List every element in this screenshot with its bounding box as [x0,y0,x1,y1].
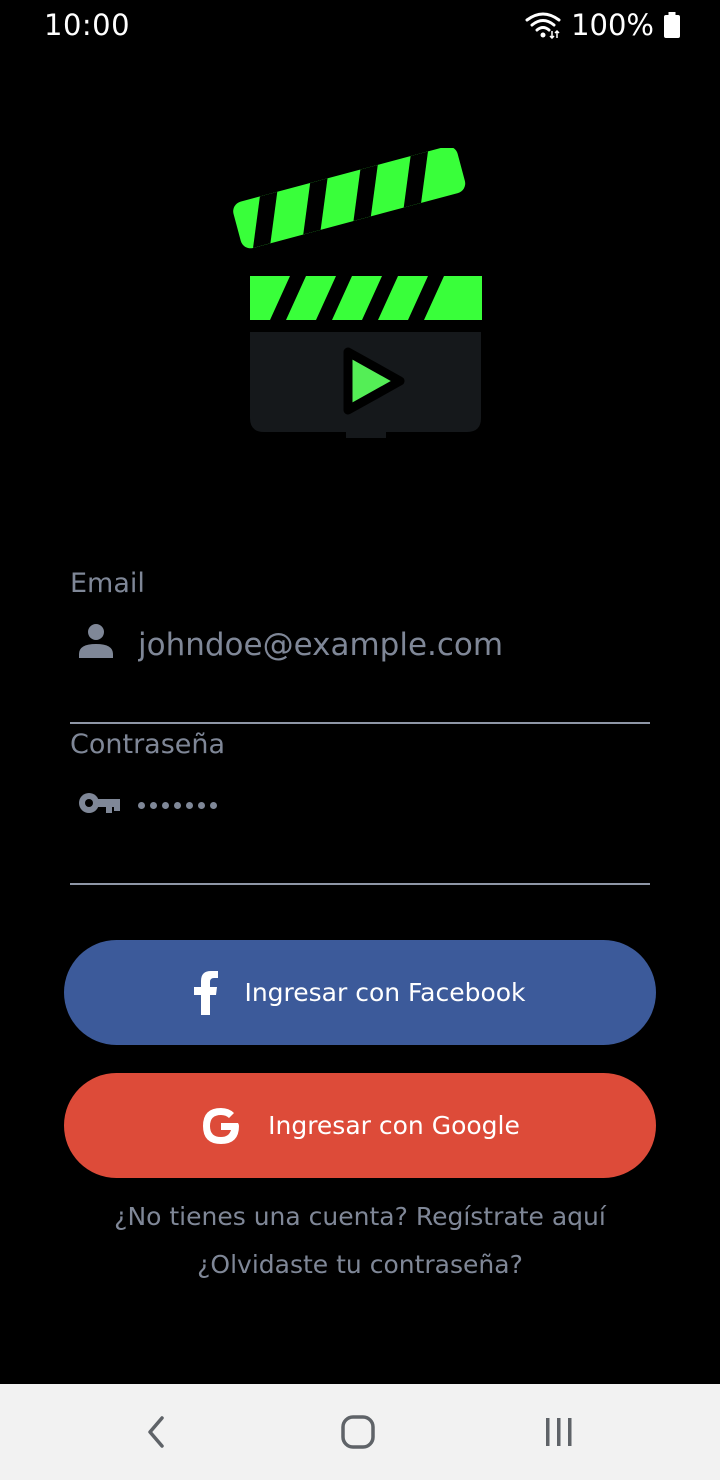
password-input[interactable] [138,785,217,825]
person-icon [79,624,113,658]
facebook-login-label: Ingresar con Facebook [244,978,526,1007]
home-button[interactable] [334,1408,382,1456]
password-dot [210,801,217,809]
recents-icon [546,1418,572,1446]
password-dot [174,801,181,809]
forgot-password-link[interactable]: ¿Olvidaste tu contraseña? [0,1250,720,1279]
battery-percentage: 100% [571,8,654,42]
password-dot [138,801,145,809]
password-dot [150,801,157,809]
password-row[interactable] [70,771,650,885]
email-label: Email [70,568,145,599]
email-row [70,610,650,724]
key-icon [79,793,120,813]
password-dot [162,801,169,809]
app-logo [233,148,482,438]
wifi-icon [525,12,561,39]
navigation-bar [0,1384,720,1480]
password-label: Contraseña [70,729,226,760]
back-icon [148,1416,164,1448]
email-input[interactable] [138,610,638,680]
back-button[interactable] [132,1408,180,1456]
home-icon [341,1415,375,1449]
register-link[interactable]: ¿No tienes una cuenta? Regístrate aquí [0,1202,720,1231]
password-dot [186,801,193,809]
google-login-button[interactable]: Ingresar con Google [64,1073,656,1178]
status-time: 10:00 [44,8,131,42]
password-underline [70,883,650,885]
password-dot [198,801,205,809]
google-login-label: Ingresar con Google [268,1111,520,1140]
recents-button[interactable] [535,1408,583,1456]
facebook-login-button[interactable]: Ingresar con Facebook [64,940,656,1045]
email-underline [70,722,650,724]
google-icon [203,1107,240,1144]
status-bar: 10:00 100% [0,0,720,50]
facebook-icon [194,970,219,1015]
battery-icon [664,12,680,38]
status-icons: 100% [525,6,680,44]
login-screen: 10:00 100% Email johndoe@example.com Con… [0,0,720,1480]
clapperboard-play-icon [233,148,482,438]
